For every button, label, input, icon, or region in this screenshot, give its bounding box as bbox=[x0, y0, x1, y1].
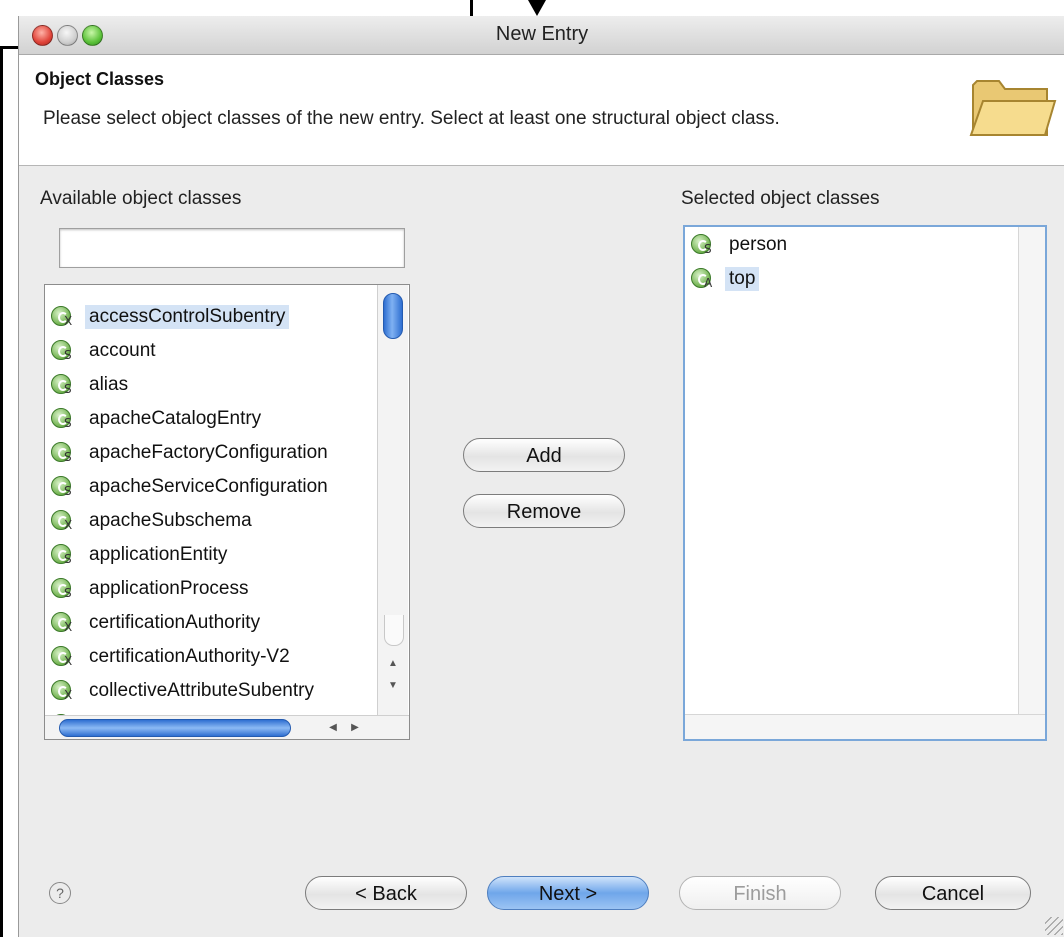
list-item[interactable]: XapacheSubschema bbox=[51, 505, 256, 537]
vertical-scroll-track[interactable] bbox=[384, 615, 404, 646]
horizontal-scroll-thumb[interactable] bbox=[59, 719, 291, 737]
object-class-icon: S bbox=[51, 544, 73, 566]
page-description: Please select object classes of the new … bbox=[43, 108, 780, 129]
filter-input[interactable] bbox=[59, 228, 405, 268]
list-item-label: person bbox=[729, 234, 788, 255]
object-class-icon: X bbox=[51, 646, 73, 668]
resize-grip-icon[interactable] bbox=[1045, 917, 1063, 935]
list-item[interactable]: Atop bbox=[691, 263, 760, 295]
annotation-line-vertical bbox=[0, 46, 3, 937]
scroll-down-arrow-icon[interactable]: ▼ bbox=[383, 677, 403, 695]
object-class-icon: X bbox=[51, 306, 73, 328]
object-class-icon: A bbox=[691, 268, 713, 290]
remove-button[interactable]: Remove bbox=[463, 494, 625, 528]
available-classes-label: Available object classes bbox=[40, 188, 242, 209]
annotation-arrow-icon bbox=[528, 0, 546, 16]
list-item-label: apacheCatalogEntry bbox=[89, 408, 262, 429]
next-button[interactable]: Next > bbox=[487, 876, 649, 910]
list-item-label: account bbox=[89, 340, 156, 361]
scroll-right-arrow-icon[interactable]: ▶ bbox=[345, 719, 365, 737]
object-class-icon: X bbox=[51, 612, 73, 634]
list-item[interactable]: Salias bbox=[51, 369, 132, 401]
object-class-icon: S bbox=[51, 578, 73, 600]
list-item-label: apacheSubschema bbox=[89, 510, 252, 531]
list-item[interactable]: XaccessControlSubentry bbox=[51, 301, 290, 333]
list-item-label: alias bbox=[89, 374, 129, 395]
object-class-icon: S bbox=[51, 476, 73, 498]
folder-icon bbox=[969, 80, 1057, 136]
annotation-line-top bbox=[470, 0, 473, 16]
horizontal-scrollbar[interactable]: ◀ ▶ bbox=[45, 715, 409, 739]
list-item[interactable]: SapacheServiceConfiguration bbox=[51, 471, 332, 503]
list-item[interactable]: Sperson bbox=[691, 229, 791, 261]
list-item[interactable]: XcollectiveAttributeSubentry bbox=[51, 675, 318, 707]
help-icon[interactable]: ? bbox=[49, 882, 71, 904]
cancel-button[interactable]: Cancel bbox=[875, 876, 1031, 910]
list-item-label: top bbox=[725, 267, 760, 291]
vertical-scroll-thumb[interactable] bbox=[383, 293, 403, 339]
selected-vertical-scrollbar[interactable] bbox=[1018, 227, 1045, 715]
list-item[interactable]: XcertificationAuthority-V2 bbox=[51, 641, 294, 673]
selected-horizontal-scrollbar[interactable] bbox=[685, 714, 1045, 739]
object-class-icon: X bbox=[51, 680, 73, 702]
title-bar: New Entry bbox=[19, 16, 1064, 55]
list-item-label: apacheFactoryConfiguration bbox=[89, 442, 328, 463]
list-item-label: collectiveAttributeSubentry bbox=[89, 680, 314, 701]
object-class-icon: S bbox=[51, 442, 73, 464]
object-class-icon: S bbox=[51, 408, 73, 430]
scroll-left-arrow-icon[interactable]: ◀ bbox=[323, 719, 343, 737]
available-classes-list[interactable]: XaccessControlSubentry Saccount Salias Sapa… bbox=[44, 284, 410, 740]
vertical-scrollbar[interactable]: ▲ ▼ bbox=[377, 285, 408, 715]
object-class-icon: X bbox=[51, 510, 73, 532]
list-item-label: applicationProcess bbox=[89, 578, 249, 599]
scroll-up-arrow-icon[interactable]: ▲ bbox=[383, 655, 403, 673]
list-item-label: certificationAuthority-V2 bbox=[89, 646, 290, 667]
list-item-label: certificationAuthority bbox=[89, 612, 261, 633]
object-class-icon: S bbox=[51, 340, 73, 362]
back-button[interactable]: < Back bbox=[305, 876, 467, 910]
list-item-label: applicationEntity bbox=[89, 544, 228, 565]
list-item-label: accessControlSubentry bbox=[85, 305, 290, 329]
list-item[interactable]: SapplicationEntity bbox=[51, 539, 231, 571]
list-item-label: apacheServiceConfiguration bbox=[89, 476, 328, 497]
list-item[interactable]: SapacheFactoryConfiguration bbox=[51, 437, 332, 469]
list-item[interactable]: Saccount bbox=[51, 335, 160, 367]
list-item[interactable]: SapplicationProcess bbox=[51, 573, 252, 605]
window-title: New Entry bbox=[495, 23, 589, 45]
page-title: Object Classes bbox=[35, 69, 165, 89]
selected-classes-list[interactable]: Sperson Atop bbox=[683, 225, 1047, 741]
list-item[interactable]: XcertificationAuthority bbox=[51, 607, 264, 639]
object-class-icon: S bbox=[51, 374, 73, 396]
new-entry-dialog: New Entry Object Classes Please select o… bbox=[18, 16, 1064, 937]
list-item[interactable]: SapacheCatalogEntry bbox=[51, 403, 265, 435]
add-button[interactable]: Add bbox=[463, 438, 625, 472]
object-class-icon: S bbox=[691, 234, 713, 256]
finish-button: Finish bbox=[679, 876, 841, 910]
wizard-header: Object Classes Please select object clas… bbox=[19, 55, 1064, 166]
selected-classes-label: Selected object classes bbox=[681, 188, 880, 209]
